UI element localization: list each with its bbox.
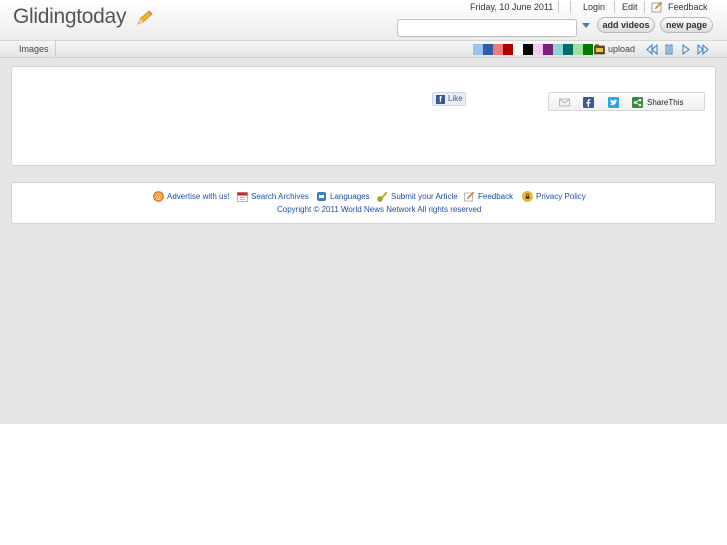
facebook-icon: f	[436, 95, 445, 104]
color-swatch[interactable]	[533, 44, 543, 55]
pause-icon[interactable]	[663, 44, 675, 55]
facebook-like-button[interactable]: f Like	[432, 92, 466, 106]
feedback-icon	[464, 191, 475, 202]
feedback-icon	[651, 1, 663, 13]
color-swatch[interactable]	[523, 44, 533, 55]
share-bar: ShareThis	[548, 92, 705, 111]
facebook-icon[interactable]	[583, 97, 594, 108]
color-swatch[interactable]	[543, 44, 553, 55]
share-icon[interactable]	[632, 97, 643, 108]
svg-text:@: @	[155, 193, 162, 201]
submit-article-icon	[377, 191, 388, 202]
pencil-icon	[137, 10, 153, 25]
languages-link[interactable]: Languages	[330, 190, 370, 204]
color-swatch[interactable]	[563, 44, 573, 55]
color-swatch[interactable]	[503, 44, 513, 55]
twitter-icon[interactable]	[608, 97, 619, 108]
lock-icon	[522, 191, 533, 202]
nav-images-tab[interactable]: Images	[19, 44, 49, 54]
search-dropdown-arrow-icon[interactable]	[582, 23, 590, 28]
nav-bar: Images upload	[0, 40, 727, 58]
languages-icon	[317, 192, 326, 201]
divider	[614, 1, 615, 13]
divider	[558, 1, 559, 13]
calendar-icon	[237, 192, 248, 202]
advertise-link[interactable]: Advertise with us!	[167, 190, 230, 204]
copyright-text: Copyright © 2011 World News Network All …	[277, 205, 482, 214]
like-label: Like	[448, 94, 463, 103]
color-swatch[interactable]	[483, 44, 493, 55]
color-swatch[interactable]	[493, 44, 503, 55]
submit-article-link[interactable]: Submit your Article	[391, 190, 458, 204]
divider	[55, 41, 56, 58]
color-swatch[interactable]	[513, 44, 523, 55]
footer-feedback-link[interactable]: Feedback	[478, 190, 513, 204]
site-header: Glidingtoday Friday, 10 June 2011 Login …	[0, 0, 727, 40]
sharethis-label[interactable]: ShareThis	[647, 98, 683, 107]
divider	[570, 1, 571, 13]
email-icon[interactable]	[559, 97, 570, 108]
color-swatch[interactable]	[473, 44, 483, 55]
color-swatch[interactable]	[573, 44, 583, 55]
search-input[interactable]	[397, 19, 577, 37]
content-panel	[11, 66, 716, 166]
search-archives-link[interactable]: Search Archives	[251, 190, 309, 204]
color-swatch[interactable]	[583, 44, 593, 55]
color-swatch[interactable]	[553, 44, 563, 55]
upload-icon	[594, 44, 605, 55]
new-page-button[interactable]: new page	[660, 17, 713, 33]
login-link[interactable]: Login	[583, 1, 605, 14]
feedback-link[interactable]: Feedback	[668, 1, 708, 14]
current-date: Friday, 10 June 2011	[470, 2, 554, 12]
advertise-icon: @	[153, 191, 164, 202]
play-icon[interactable]	[680, 44, 692, 55]
rewind-icon[interactable]	[646, 44, 658, 55]
fast-forward-icon[interactable]	[697, 44, 709, 55]
site-logo[interactable]: Glidingtoday	[13, 5, 126, 29]
add-videos-button[interactable]: add videos	[597, 17, 655, 33]
edit-link[interactable]: Edit	[622, 1, 638, 14]
divider	[644, 1, 645, 13]
privacy-policy-link[interactable]: Privacy Policy	[536, 190, 586, 204]
upload-link[interactable]: upload	[608, 44, 635, 54]
